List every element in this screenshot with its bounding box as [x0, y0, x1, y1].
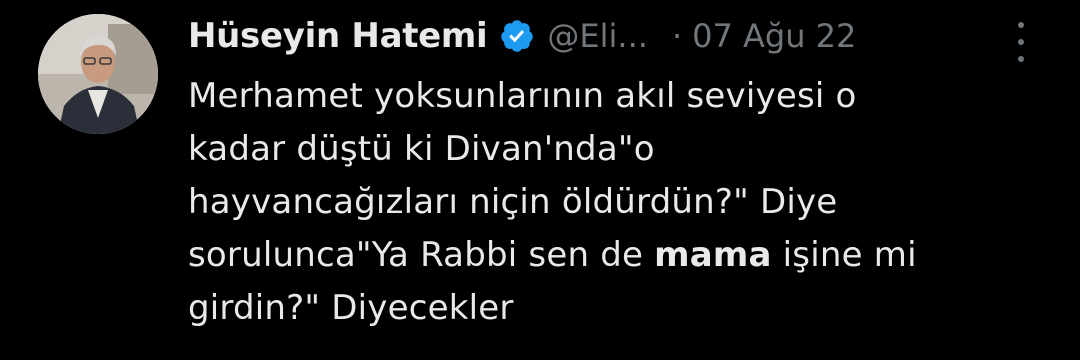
tweet-text-line: kadar düştü ki Divan'nda"o — [188, 129, 655, 169]
avatar[interactable] — [38, 14, 158, 134]
tweet-text-line: sorulunca"Ya Rabbi sen de mama işine mi — [188, 235, 917, 275]
tweet-text-line: Merhamet yoksunlarının akıl seviyesi o — [188, 76, 857, 116]
tweet[interactable]: Hüseyin Hatemi @Eli... · 07 Ağu 22 Merha… — [0, 0, 1080, 360]
display-name[interactable]: Hüseyin Hatemi — [188, 16, 488, 56]
tweet-header: Hüseyin Hatemi @Eli... · 07 Ağu 22 — [188, 10, 856, 62]
separator-dot: · — [671, 17, 683, 55]
bold-word: mama — [654, 235, 772, 275]
avatar-image — [38, 14, 158, 134]
verified-badge-icon — [499, 18, 535, 54]
tweet-text-line: hayvancağızları niçin öldürdün?" Diye — [188, 182, 838, 222]
handle[interactable]: @Eli... — [547, 17, 648, 55]
tweet-text: Merhamet yoksunlarının akıl seviyesi o k… — [188, 70, 1068, 335]
tweet-text-line: girdin?" Diyecekler — [188, 288, 514, 328]
tweet-date[interactable]: 07 Ağu 22 — [692, 17, 856, 55]
more-options-icon[interactable] — [1008, 22, 1034, 62]
